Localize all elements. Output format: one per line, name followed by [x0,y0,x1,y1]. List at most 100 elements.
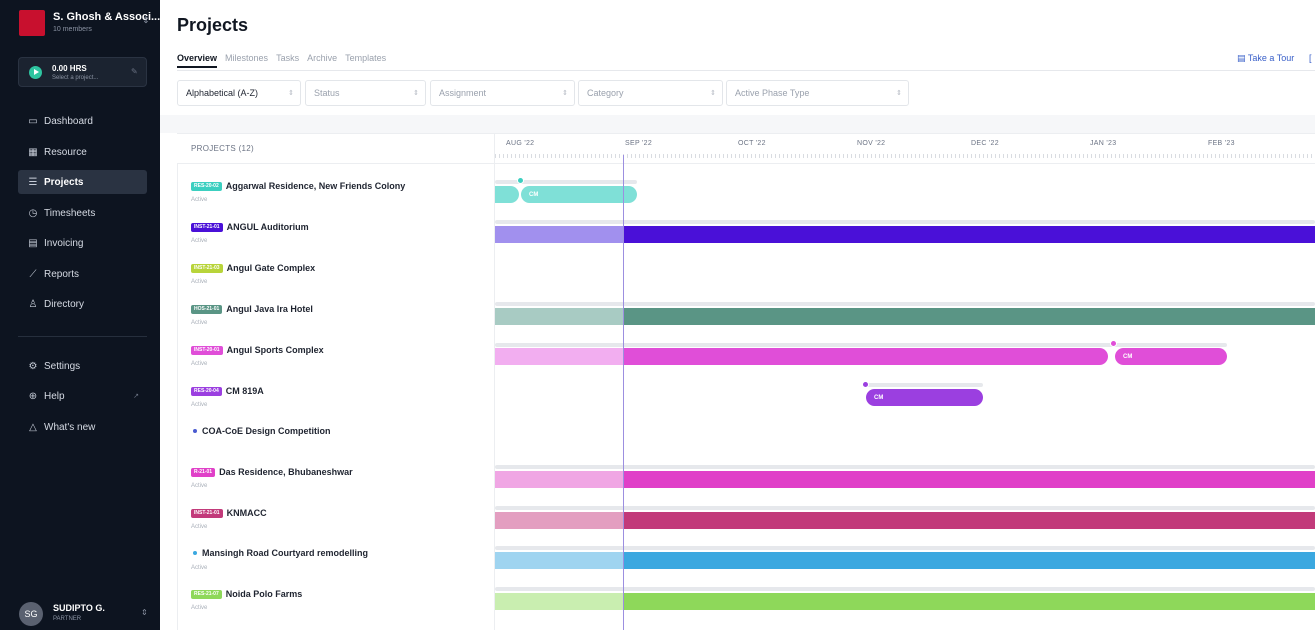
chevron-updown-icon: ⇕ [896,90,902,97]
phase-bar[interactable] [623,308,1315,325]
phase-bar[interactable] [623,552,1315,569]
project-color-dot [193,551,197,555]
project-code-badge: RES-21-07 [191,589,222,599]
projects-icon: ☰ [28,176,38,188]
phase-type-filter[interactable]: Active Phase Type ⇕ [726,80,909,106]
phase-bar[interactable] [495,471,623,488]
chevron-updown-icon: ⇕ [141,608,148,617]
sidebar-item-label: Help [44,390,65,402]
milestone-marker[interactable] [517,177,524,184]
category-filter[interactable]: Category ⇕ [578,80,723,106]
phase-track [495,546,1315,550]
phase-bar[interactable] [623,348,1108,365]
play-icon[interactable] [29,66,42,79]
project-row-name[interactable]: RES-20-02 Aggarwal Residence, New Friends… [191,181,405,191]
project-code-badge: RES-20-04 [191,386,222,396]
sidebar-item-invoicing[interactable]: ▤ Invoicing [18,231,147,255]
phase-bar[interactable] [623,471,1315,488]
sidebar-item-resource[interactable]: ▦ Resource [18,140,147,164]
milestone-marker[interactable] [862,381,869,388]
org-switcher[interactable]: S. Ghosh & Associ... 10 members ⇕ [0,0,160,44]
project-row-name[interactable]: R-21-01 Das Residence, Bhubaneshwar [191,467,353,477]
phase-bar[interactable] [623,593,1315,610]
month-label: OCT '22 [738,140,766,147]
phase-bar[interactable] [495,308,623,325]
project-name: CM 819A [225,386,264,396]
sidebar-item-timesheets[interactable]: ◷ Timesheets [18,201,147,225]
phase-bar[interactable] [623,226,1315,243]
phase-label: CM [529,191,539,198]
sidebar-item-label: Timesheets [44,207,96,219]
take-tour-link[interactable]: ▤ Take a Tour [1237,53,1294,64]
sidebar-divider [18,336,147,337]
user-menu[interactable]: SG SUDIPTO G. PARTNER ⇕ [19,600,149,628]
tab-templates[interactable]: Templates [345,53,386,68]
project-name: Angul Sports Complex [226,345,324,355]
project-name: Aggarwal Residence, New Friends Colony [225,181,406,191]
tab-bar: Overview Milestones Tasks Archive Templa… [177,53,386,68]
project-row-name[interactable]: INST-21-03 Angul Gate Complex [191,263,315,273]
timer-project-hint: Select a project... [52,75,99,81]
assignment-filter[interactable]: Assignment ⇕ [430,80,575,106]
status-filter[interactable]: Status ⇕ [305,80,426,106]
project-code-badge: R-21-01 [191,467,216,477]
phase-bar[interactable] [495,593,623,610]
project-row-name[interactable]: RES-21-07 Noida Polo Farms [191,589,302,599]
month-label: NOV '22 [857,140,886,147]
sidebar-item-directory[interactable]: ♙ Directory [18,292,147,316]
month-label: DEC '22 [971,140,999,147]
project-row-name[interactable]: Mansingh Road Courtyard remodelling [191,548,368,558]
category-placeholder: Category [587,88,624,98]
milestone-marker[interactable] [1110,340,1117,347]
calendar-icon: ▦ [28,146,38,158]
project-row-name[interactable]: HOS-21-01 Angul Java Ira Hotel [191,304,313,314]
phase-bar-cm[interactable]: CM [1115,348,1227,365]
sidebar-item-whats-new[interactable]: △ What's new [18,415,147,439]
sidebar-item-help[interactable]: ⊕ Help ↗ [18,384,147,408]
phase-bar[interactable] [495,348,623,365]
sidebar-item-settings[interactable]: ⚙ Settings [18,354,147,378]
month-label: AUG '22 [506,140,535,147]
toolbar-band [160,115,1315,133]
phase-bar[interactable] [495,186,519,203]
phase-bar[interactable] [623,512,1315,529]
edit-icon[interactable]: ✎ [131,67,138,76]
phase-bar[interactable] [495,512,623,529]
phase-track [866,383,983,387]
tab-milestones[interactable]: Milestones [225,53,268,68]
project-row-name[interactable]: INST-20-01 Angul Sports Complex [191,345,324,355]
project-row-name[interactable]: INST-21-01 ANGUL Auditorium [191,222,309,232]
month-label: FEB '23 [1208,140,1235,147]
lifebuoy-icon: ⊕ [28,390,38,402]
phase-type-placeholder: Active Phase Type [735,88,810,98]
timer-widget[interactable]: 0.00 HRS Select a project... ✎ [18,57,147,87]
gantt-header [177,133,1315,164]
phase-track [495,343,1227,347]
phase-bar[interactable] [495,226,623,243]
sidebar-item-reports[interactable]: ⟋ Reports [18,262,147,286]
project-row-name[interactable]: COA-CoE Design Competition [191,426,331,436]
sidebar-item-projects[interactable]: ☰ Projects [18,170,147,194]
take-tour-label: Take a Tour [1247,53,1295,63]
sort-select[interactable]: Alphabetical (A-Z) ⇕ [177,80,301,106]
phase-bar-cm[interactable]: CM [521,186,637,203]
timeline-ticks [495,154,1315,158]
chevron-updown-icon: ⇕ [413,90,419,97]
sidebar-item-label: Dashboard [44,115,93,127]
tab-tasks[interactable]: Tasks [276,53,299,68]
bracket-icon[interactable]: [ [1309,53,1312,63]
sidebar-item-label: What's new [44,421,96,433]
sidebar-item-dashboard[interactable]: ▭ Dashboard [18,109,147,133]
sidebar: S. Ghosh & Associ... 10 members ⇕ 0.00 H… [0,0,160,630]
project-row-name[interactable]: RES-20-04 CM 819A [191,386,264,396]
project-code-badge: HOS-21-01 [191,304,223,314]
project-status: Active [191,402,208,408]
phase-bar[interactable] [495,552,623,569]
tab-overview[interactable]: Overview [177,53,218,68]
phase-bar-cm[interactable]: CM [866,389,983,406]
project-status: Active [191,483,208,489]
page-title: Projects [177,15,249,35]
tab-archive[interactable]: Archive [307,53,337,68]
project-row-name[interactable]: INST-21-01 KNMACC [191,508,267,518]
project-name: COA-CoE Design Competition [202,426,331,436]
